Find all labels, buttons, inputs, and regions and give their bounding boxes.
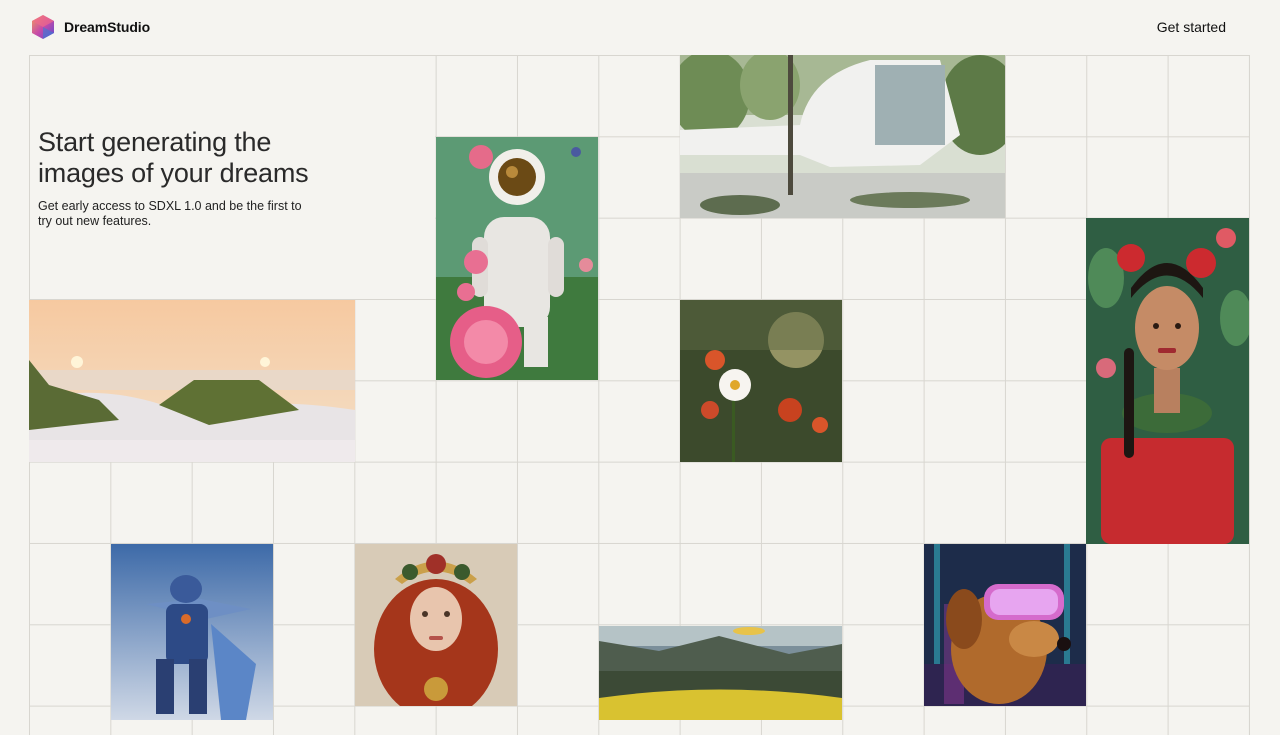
astronaut-image[interactable] — [436, 137, 598, 380]
hero-subtitle: Get early access to SDXL 1.0 and be the … — [38, 199, 302, 228]
woman-portrait-image[interactable] — [1086, 218, 1249, 544]
get-started-link[interactable]: Get started — [1157, 19, 1226, 35]
dreamstudio-logo-icon[interactable] — [30, 14, 56, 40]
dog-vr-image[interactable] — [924, 544, 1086, 706]
beach-dunes-image[interactable] — [29, 300, 355, 462]
yellow-valley-image[interactable] — [599, 626, 842, 720]
top-header: DreamStudio Get started — [0, 0, 1280, 55]
modern-house-image[interactable] — [680, 55, 1005, 218]
hero-title: Start generating the images of your drea… — [38, 127, 309, 188]
red-haired-woman-image[interactable] — [355, 544, 517, 706]
brand-name[interactable]: DreamStudio — [64, 19, 150, 35]
daisy-flower-image[interactable] — [680, 300, 842, 462]
robot-warrior-image[interactable] — [111, 544, 273, 720]
